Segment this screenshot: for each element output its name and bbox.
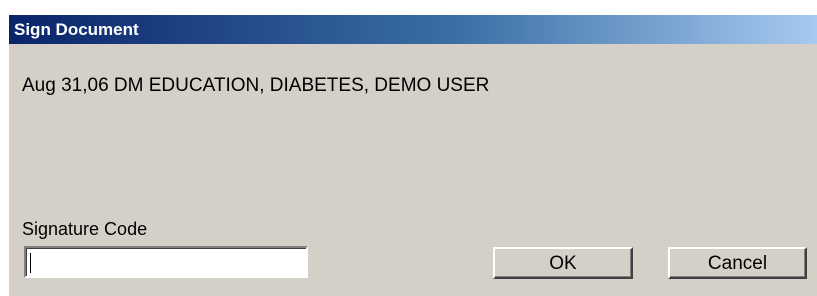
- sign-document-dialog: Sign Document Aug 31,06 DM EDUCATION, DI…: [9, 15, 817, 296]
- ok-button[interactable]: OK: [493, 247, 633, 279]
- text-caret: [30, 253, 31, 273]
- cancel-button[interactable]: Cancel: [668, 247, 807, 279]
- signature-code-label: Signature Code: [22, 219, 148, 239]
- signature-code-input[interactable]: [24, 246, 308, 278]
- document-description: Aug 31,06 DM EDUCATION, DIABETES, DEMO U…: [22, 75, 490, 96]
- title-bar[interactable]: Sign Document: [9, 15, 817, 44]
- window-title: Sign Document: [14, 20, 139, 39]
